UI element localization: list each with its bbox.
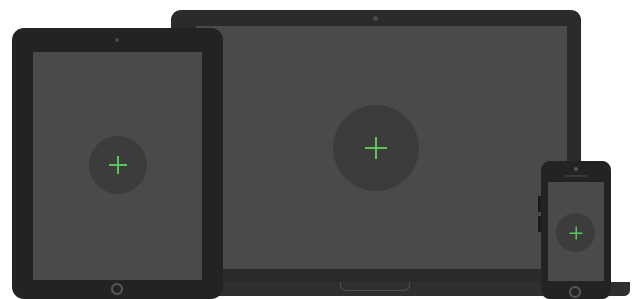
phone-add-button[interactable] bbox=[556, 213, 595, 252]
laptop-notch bbox=[340, 282, 410, 291]
phone-home-button bbox=[569, 286, 581, 298]
phone-speaker bbox=[565, 175, 587, 177]
tablet-add-button[interactable] bbox=[89, 136, 147, 194]
tablet-camera bbox=[115, 38, 119, 42]
plus-icon bbox=[109, 156, 127, 174]
plus-icon bbox=[365, 137, 387, 159]
phone-camera bbox=[574, 167, 578, 171]
plus-icon bbox=[569, 226, 582, 239]
tablet-home-button bbox=[111, 283, 123, 295]
laptop-add-button[interactable] bbox=[333, 105, 419, 191]
laptop-camera bbox=[373, 16, 378, 21]
